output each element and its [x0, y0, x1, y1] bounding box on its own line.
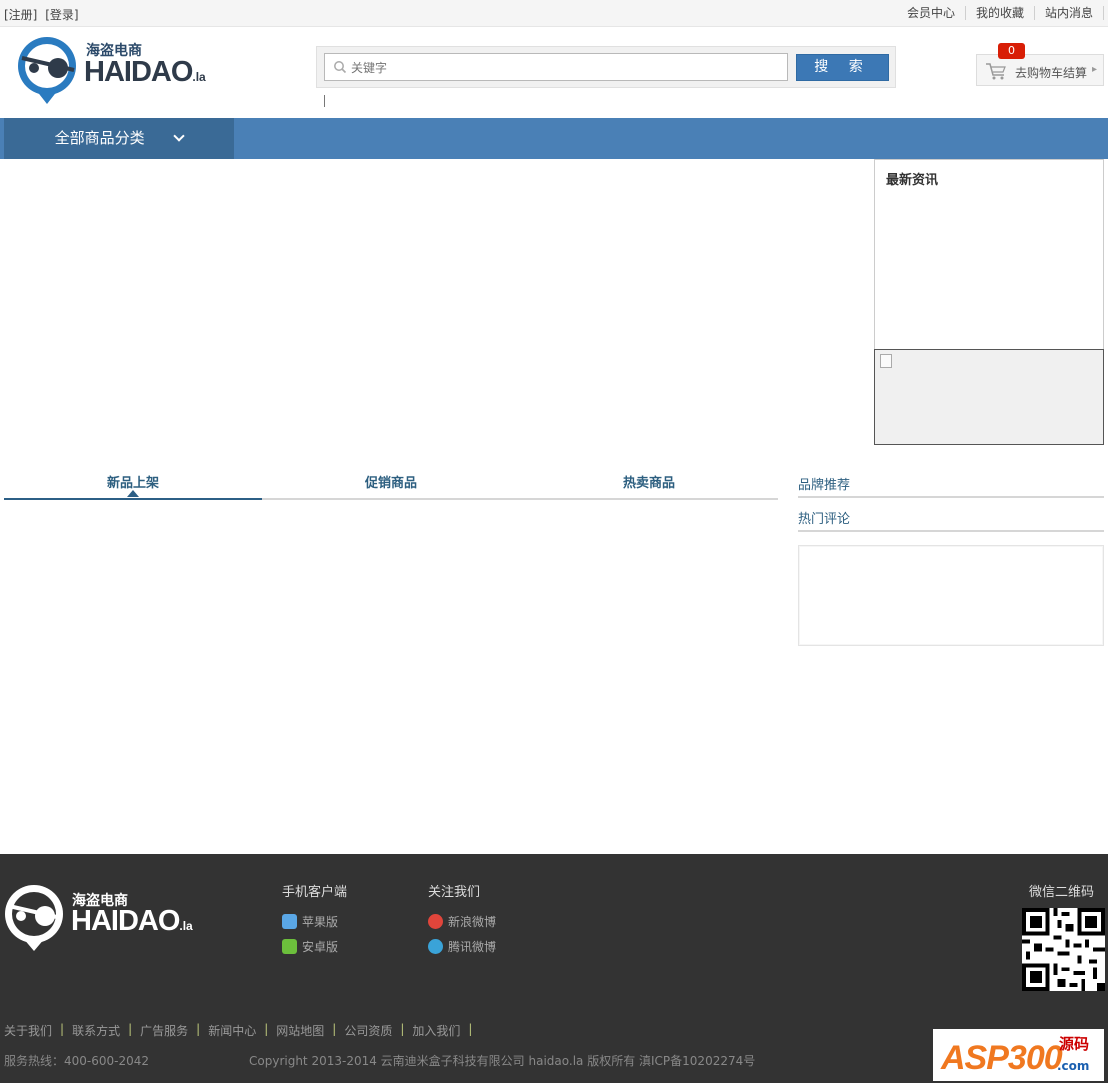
wechat-qr-title: 微信二维码 [1029, 885, 1095, 900]
copyright-text: Copyright 2013-2014 云南迪米盒子科技有限公司 haidao.… [249, 1054, 756, 1068]
watermark-main-text: ASP300 [941, 1039, 1063, 1077]
android-app-link[interactable]: 安卓版 [282, 938, 347, 954]
tab-new-arrivals[interactable]: 新品上架 [4, 472, 262, 500]
broken-image-icon [880, 354, 892, 368]
tencent-weibo-icon [428, 938, 443, 954]
divider: | [264, 1022, 269, 1036]
cart-button[interactable]: 去购物车结算 ▸ [976, 54, 1104, 86]
service-hotline: 服务热线：400-600-2042 [4, 1054, 150, 1068]
brand-recommend-header[interactable]: 品牌推荐 [798, 470, 1104, 498]
footer-link-contact[interactable]: 联系方式 [72, 1022, 120, 1039]
follow-us-column: 关注我们 新浪微博 腾讯微博 [428, 881, 496, 963]
latest-news-title: 最新资讯 [886, 173, 939, 188]
footer-link-sitemap[interactable]: 网站地图 [276, 1022, 324, 1039]
divider: | [468, 1022, 473, 1036]
divider: | [400, 1022, 405, 1036]
sina-weibo-icon [428, 913, 443, 929]
asp300-watermark-logo: ASP300 源码 .com [933, 1029, 1104, 1081]
site-messages-link[interactable]: 站内消息 [1035, 6, 1104, 20]
cart-count-badge: 0 [998, 43, 1025, 59]
login-link[interactable]: [登录] [45, 8, 78, 22]
top-links: 会员中心 我的收藏 站内消息 [897, 6, 1104, 20]
footer-link-news[interactable]: 新闻中心 [208, 1022, 256, 1039]
main-nav: 全部商品分类 [0, 118, 1108, 159]
footer-links: 关于我们 | 联系方式 | 广告服务 | 新闻中心 | 网站地图 | 公司资质 | 加入我们… [4, 1022, 480, 1039]
ad-banner[interactable] [874, 349, 1104, 445]
apple-icon [282, 913, 297, 929]
pirate-logo-icon [18, 37, 76, 104]
active-tab-indicator [127, 490, 139, 497]
chevron-right-icon: ▸ [1091, 64, 1097, 75]
search-button[interactable]: 搜 索 [796, 54, 889, 81]
footer-link-about[interactable]: 关于我们 [4, 1022, 52, 1039]
site-logo[interactable]: 海盗电商 HAIDAO.la [16, 34, 226, 106]
latest-news-panel: 最新资讯 [874, 159, 1104, 350]
my-favorites-link[interactable]: 我的收藏 [966, 6, 1035, 20]
follow-us-title: 关注我们 [428, 885, 481, 900]
footer-logo-en: HAIDAO.la [71, 905, 193, 937]
all-categories-label: 全部商品分类 [54, 129, 145, 147]
divider: | [332, 1022, 337, 1036]
sina-weibo-label: 新浪微博 [448, 914, 497, 929]
hot-comments-header[interactable]: 热门评论 [798, 504, 1104, 532]
mobile-client-title: 手机客户端 [282, 885, 348, 900]
product-tabs: 新品上架 促销商品 热卖商品 [4, 470, 778, 500]
hot-comments-box [798, 545, 1104, 646]
android-app-label: 安卓版 [302, 939, 339, 954]
divider: | [60, 1022, 65, 1036]
tab-new-arrivals-label: 新品上架 [106, 476, 159, 491]
watermark-zh-text: 源码 [1059, 1035, 1090, 1053]
ios-app-label: 苹果版 [302, 914, 339, 929]
member-center-link[interactable]: 会员中心 [897, 6, 966, 20]
footer-logo[interactable]: 海盗电商 HAIDAO.la [4, 882, 214, 952]
divider: | [128, 1022, 133, 1036]
search-icon [334, 61, 347, 74]
logo-en-text: HAIDAO.la [84, 56, 206, 88]
footer-link-qualifications[interactable]: 公司资质 [344, 1022, 392, 1039]
tab-promotions[interactable]: 促销商品 [262, 472, 520, 491]
divider: | [196, 1022, 201, 1036]
search-input[interactable] [351, 58, 781, 78]
tencent-weibo-link[interactable]: 腾讯微博 [428, 938, 496, 954]
ios-app-link[interactable]: 苹果版 [282, 913, 347, 929]
hot-comments-label: 热门评论 [798, 512, 851, 527]
mobile-client-column: 手机客户端 苹果版 安卓版 [282, 881, 347, 963]
sina-weibo-link[interactable]: 新浪微博 [428, 913, 496, 929]
tab-hot-sellers-label: 热卖商品 [622, 476, 675, 491]
text-cursor [324, 95, 325, 107]
wechat-qr-code-icon [1022, 908, 1105, 991]
chevron-down-icon [173, 130, 186, 142]
pirate-logo-icon [5, 885, 63, 951]
tab-promotions-label: 促销商品 [364, 476, 417, 491]
auth-links: [注册] [登录] [4, 6, 83, 23]
cart-label: 去购物车结算 [1015, 66, 1088, 80]
register-link[interactable]: [注册] [4, 8, 37, 22]
search-bar: 搜 索 [316, 46, 896, 88]
tab-hot-sellers[interactable]: 热卖商品 [520, 472, 778, 491]
top-bar: [注册] [登录] 会员中心 我的收藏 站内消息 [0, 0, 1108, 27]
cart-icon [986, 63, 1006, 80]
search-field[interactable] [324, 53, 788, 81]
watermark-domain-text: .com [1057, 1059, 1090, 1073]
android-icon [282, 938, 297, 954]
tencent-weibo-label: 腾讯微博 [448, 939, 497, 954]
footer-link-join[interactable]: 加入我们 [412, 1022, 460, 1039]
footer-link-ads[interactable]: 广告服务 [140, 1022, 188, 1039]
brand-recommend-label: 品牌推荐 [798, 478, 851, 493]
all-categories-dropdown[interactable]: 全部商品分类 [4, 118, 234, 159]
